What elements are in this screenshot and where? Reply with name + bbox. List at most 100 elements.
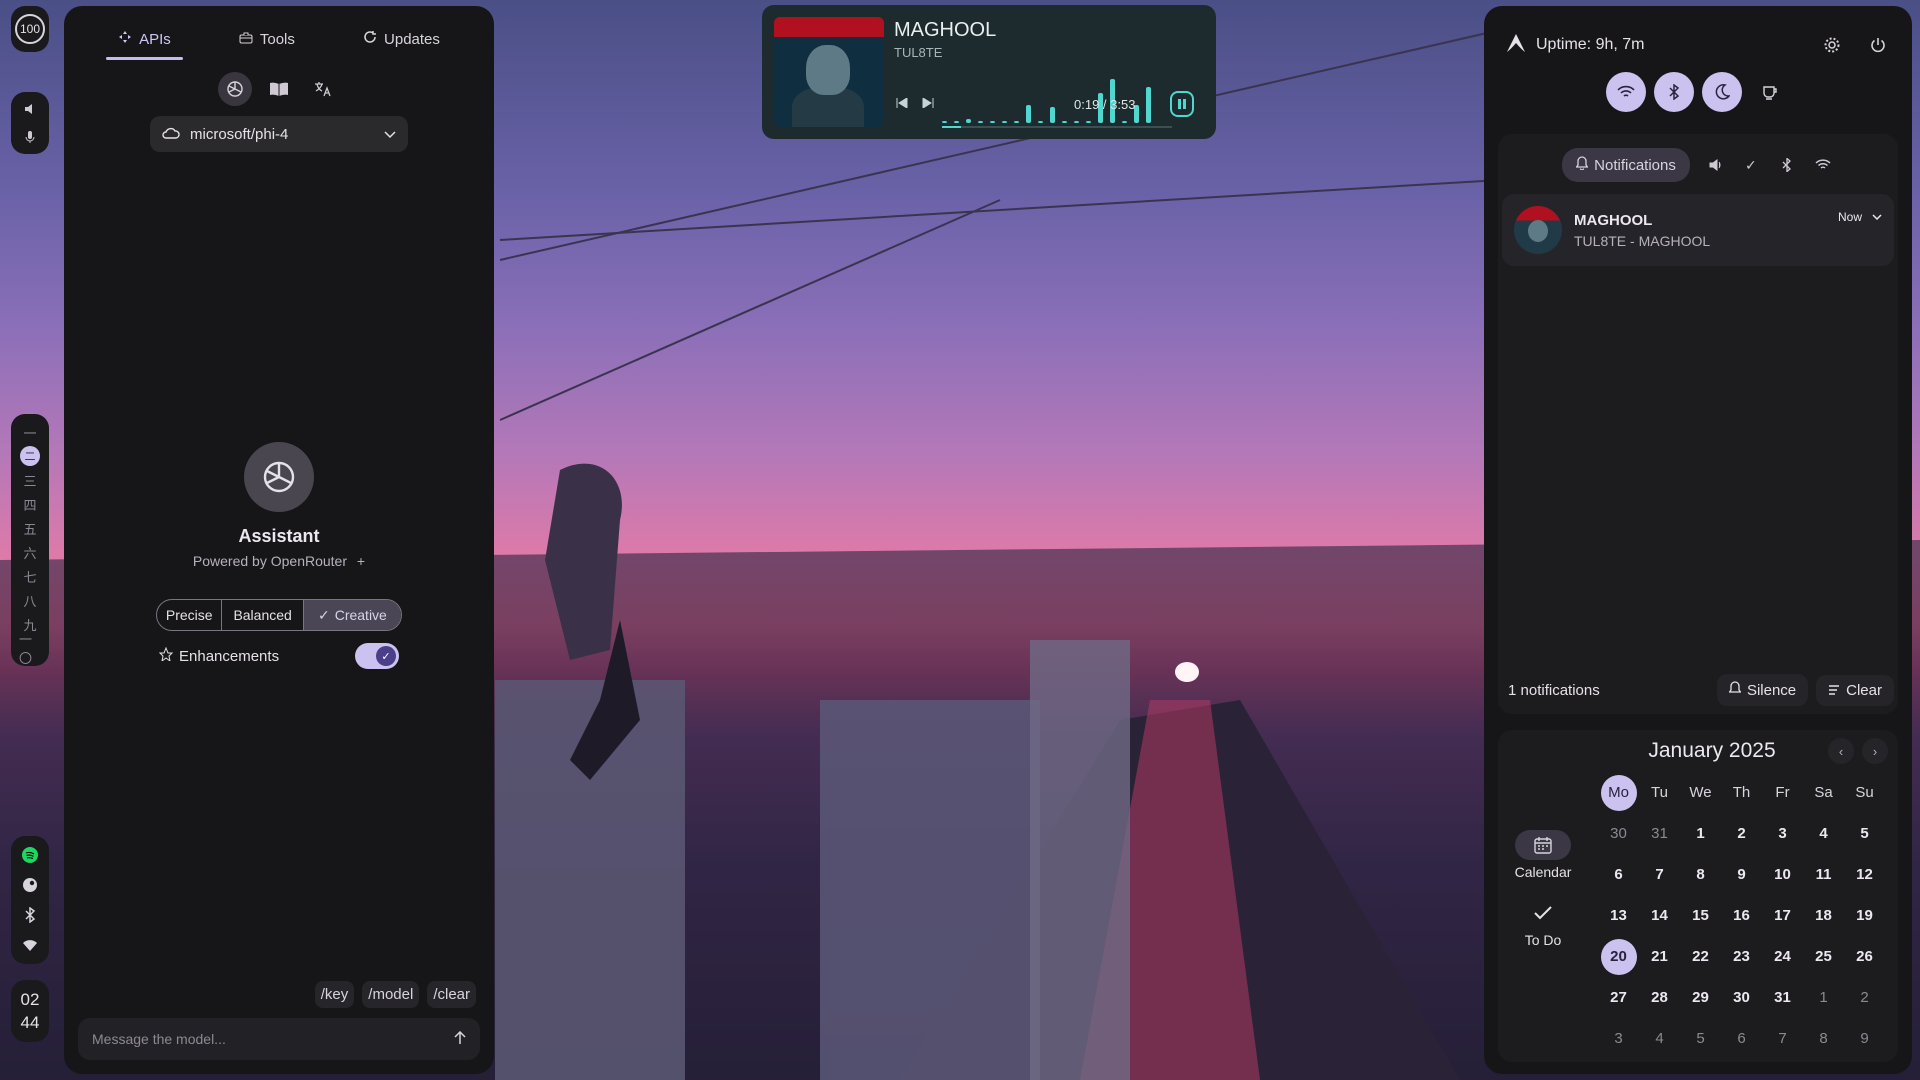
mode-creative[interactable]: ✓ Creative — [303, 600, 401, 630]
calendar-day[interactable]: 4 — [1803, 813, 1844, 854]
battery-indicator[interactable]: 100 — [15, 14, 45, 44]
book-icon[interactable] — [262, 72, 296, 106]
next-track-icon[interactable] — [922, 97, 934, 111]
calendar-day[interactable]: 5 — [1680, 1018, 1721, 1059]
power-icon[interactable] — [1866, 33, 1890, 57]
calendar-day[interactable]: 25 — [1803, 936, 1844, 977]
todo-tab[interactable]: To Do — [1498, 898, 1588, 948]
workspace-5[interactable]: 五 — [19, 516, 41, 540]
calendar-day[interactable]: 17 — [1762, 895, 1803, 936]
expand-chevron-icon[interactable] — [1872, 210, 1882, 224]
calendar-day[interactable]: 2 — [1721, 813, 1762, 854]
calendar-day[interactable]: 19 — [1844, 895, 1885, 936]
calendar-day[interactable]: 23 — [1721, 936, 1762, 977]
calendar-day[interactable]: 29 — [1680, 977, 1721, 1018]
calendar-day[interactable]: 20 — [1598, 936, 1639, 977]
calendar-day[interactable]: 2 — [1844, 977, 1885, 1018]
tab-tools[interactable]: Tools — [221, 22, 313, 60]
progress-track[interactable] — [942, 126, 1172, 128]
clock[interactable]: 02 44 — [11, 980, 49, 1042]
silence-button[interactable]: Silence — [1716, 674, 1809, 706]
coffee-toggle-icon[interactable] — [1750, 72, 1790, 112]
workspace-7[interactable]: 七 — [19, 564, 41, 588]
next-month-icon[interactable]: › — [1862, 738, 1888, 764]
calendar-day[interactable]: 26 — [1844, 936, 1885, 977]
calendar-day[interactable]: 18 — [1803, 895, 1844, 936]
calendar-day[interactable]: 1 — [1803, 977, 1844, 1018]
mode-precise[interactable]: Precise — [157, 600, 223, 630]
calendar-day[interactable]: 1 — [1680, 813, 1721, 854]
pause-button[interactable] — [1170, 91, 1194, 117]
bluetooth-icon[interactable] — [19, 904, 41, 926]
settings-icon[interactable] — [1820, 33, 1844, 57]
plus-icon[interactable]: + — [357, 553, 365, 569]
model-selector[interactable]: microsoft/phi-4 — [150, 116, 408, 152]
message-input[interactable]: Message the model... — [78, 1018, 480, 1060]
audio-tab-icon[interactable] — [1704, 154, 1726, 176]
prev-month-icon[interactable]: ‹ — [1828, 738, 1854, 764]
workspace-4[interactable]: 四 — [19, 492, 41, 516]
calendar-day[interactable]: 11 — [1803, 854, 1844, 895]
wifi-tab-icon[interactable] — [1812, 154, 1834, 176]
previous-track-icon[interactable] — [896, 97, 908, 111]
wifi-icon[interactable] — [19, 934, 41, 956]
calendar-day[interactable]: 6 — [1598, 854, 1639, 895]
calendar-day[interactable]: 30 — [1598, 813, 1639, 854]
workspace-10[interactable]: 一〇 — [19, 632, 41, 666]
spotify-icon[interactable] — [19, 844, 41, 866]
calendar-day[interactable]: 7 — [1762, 1018, 1803, 1059]
tab-apis[interactable]: APIs — [100, 22, 189, 60]
workspace-6[interactable]: 六 — [19, 540, 41, 564]
notification-item[interactable]: MAGHOOL TUL8TE - MAGHOOL Now — [1502, 194, 1894, 266]
calendar-tab[interactable]: Calendar — [1498, 830, 1588, 880]
calendar-day[interactable]: 8 — [1680, 854, 1721, 895]
calendar-day[interactable]: 14 — [1639, 895, 1680, 936]
calendar-day[interactable]: 28 — [1639, 977, 1680, 1018]
mode-balanced[interactable]: Balanced — [222, 600, 304, 630]
translate-icon[interactable] — [306, 72, 340, 106]
cmd-clear[interactable]: /clear — [427, 981, 476, 1008]
openai-icon[interactable] — [218, 72, 252, 106]
calendar-day[interactable]: 8 — [1803, 1018, 1844, 1059]
microphone-icon[interactable] — [19, 126, 41, 148]
steam-icon[interactable] — [19, 874, 41, 896]
cmd-model[interactable]: /model — [362, 981, 420, 1008]
bar-top-section: 100 — [11, 6, 49, 52]
workspace-1[interactable]: 一 — [19, 420, 41, 444]
calendar-day[interactable]: 4 — [1639, 1018, 1680, 1059]
night-mode-toggle-icon[interactable] — [1702, 72, 1742, 112]
bluetooth-toggle-icon[interactable] — [1654, 72, 1694, 112]
calendar-day[interactable]: 3 — [1598, 1018, 1639, 1059]
calendar-day[interactable]: 31 — [1762, 977, 1803, 1018]
calendar-day[interactable]: 6 — [1721, 1018, 1762, 1059]
todo-check-icon[interactable]: ✓ — [1740, 154, 1762, 176]
volume-icon[interactable] — [19, 98, 41, 120]
calendar-day[interactable]: 27 — [1598, 977, 1639, 1018]
calendar-day[interactable]: 5 — [1844, 813, 1885, 854]
calendar-day[interactable]: 7 — [1639, 854, 1680, 895]
calendar-day[interactable]: 10 — [1762, 854, 1803, 895]
calendar-day[interactable]: 3 — [1762, 813, 1803, 854]
bluetooth-tab-icon[interactable] — [1776, 154, 1798, 176]
tab-updates[interactable]: Updates — [345, 22, 458, 60]
calendar-day[interactable]: 9 — [1844, 1018, 1885, 1059]
calendar-day[interactable]: 12 — [1844, 854, 1885, 895]
enhancements-toggle[interactable]: ✓ — [355, 643, 399, 669]
calendar-day[interactable]: 24 — [1762, 936, 1803, 977]
cmd-key[interactable]: /key — [314, 981, 355, 1008]
send-arrow-icon[interactable] — [454, 1030, 466, 1048]
clear-button[interactable]: Clear — [1816, 674, 1894, 706]
calendar-day[interactable]: 30 — [1721, 977, 1762, 1018]
workspace-3[interactable]: 三 — [19, 468, 41, 492]
calendar-day[interactable]: 16 — [1721, 895, 1762, 936]
calendar-day[interactable]: 15 — [1680, 895, 1721, 936]
tab-notifications[interactable]: Notifications — [1562, 148, 1690, 182]
calendar-day[interactable]: 9 — [1721, 854, 1762, 895]
workspace-2[interactable]: 二 — [19, 444, 41, 468]
calendar-day[interactable]: 31 — [1639, 813, 1680, 854]
calendar-day[interactable]: 22 — [1680, 936, 1721, 977]
calendar-day[interactable]: 21 — [1639, 936, 1680, 977]
workspace-8[interactable]: 八 — [19, 588, 41, 612]
wifi-toggle-icon[interactable] — [1606, 72, 1646, 112]
calendar-day[interactable]: 13 — [1598, 895, 1639, 936]
